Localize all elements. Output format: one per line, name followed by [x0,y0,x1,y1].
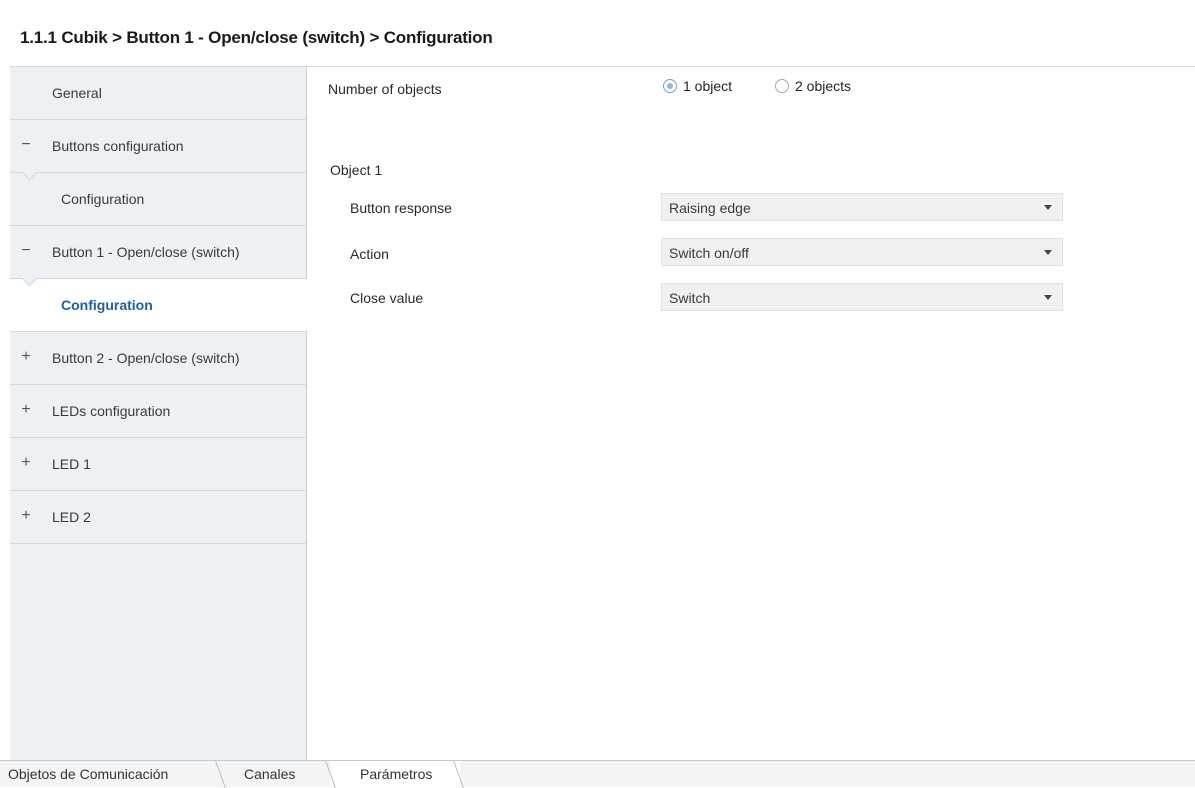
sidebar-item-buttons-configuration-sub[interactable]: Configuration [10,173,307,226]
sidebar-item-general[interactable]: General [10,67,307,120]
radio-selected-icon [663,79,677,93]
expand-icon[interactable]: + [20,401,32,419]
tab-canales[interactable]: Canales [244,761,324,788]
select-value: Raising edge [669,200,751,216]
tab-label: Parámetros [360,766,433,782]
select-value: Switch [669,290,711,306]
close-value-label: Close value [350,290,424,306]
sidebar-item-button-1[interactable]: − Button 1 - Open/close (switch) [10,226,307,287]
sidebar-item-buttons-configuration[interactable]: − Buttons configuration [10,120,307,181]
sidebar-item-button-2[interactable]: + Button 2 - Open/close (switch) [10,332,307,385]
sidebar-item-label: Button 1 - Open/close (switch) [52,244,240,260]
collapse-icon[interactable]: − [20,136,32,154]
action-select[interactable]: Switch on/off [661,238,1063,266]
chevron-down-icon [1044,295,1052,300]
sidebar-item-label: LED 2 [52,509,91,525]
bottom-tab-bar: Objetos de Comunicación Canales Parámetr… [0,760,1195,788]
expand-icon[interactable]: + [20,454,32,472]
radio-unselected-icon [775,79,789,93]
radio-label: 2 objects [795,78,852,94]
collapse-icon[interactable]: − [20,242,32,260]
expand-icon[interactable]: + [20,507,32,525]
sidebar-item-label: Configuration [61,297,153,313]
chevron-down-icon [1044,250,1052,255]
sidebar-item-label: Configuration [61,191,145,207]
sidebar-item-label: LED 1 [52,456,91,472]
select-value: Switch on/off [669,245,749,261]
tab-objetos-de-comunicacion[interactable]: Objetos de Comunicación [0,761,216,788]
sidebar-item-label: Button 2 - Open/close (switch) [52,350,240,366]
close-value-select[interactable]: Switch [661,283,1063,311]
radio-2-objects[interactable]: 2 objects [775,78,851,94]
sidebar: General − Buttons configuration Configur… [10,67,308,760]
parameters-panel: Number of objects 1 object 2 objects Obj… [308,67,1195,760]
action-label: Action [350,246,389,262]
sidebar-item-label: General [52,85,102,101]
title-bar: 1.1.1 Cubik > Button 1 - Open/close (swi… [0,0,1195,66]
button-response-select[interactable]: Raising edge [661,193,1063,221]
radio-label: 1 object [683,78,733,94]
number-of-objects-label: Number of objects [328,81,442,97]
radio-1-object[interactable]: 1 object [663,78,732,94]
sidebar-item-button-1-configuration[interactable]: Configuration [10,279,308,332]
sidebar-item-led-2[interactable]: + LED 2 [10,491,307,544]
sidebar-item-label: LEDs configuration [52,403,171,419]
button-response-label: Button response [350,200,452,216]
page-title: 1.1.1 Cubik > Button 1 - Open/close (swi… [20,28,493,47]
sidebar-item-led-1[interactable]: + LED 1 [10,438,307,491]
chevron-down-icon [1044,205,1052,210]
tab-label: Objetos de Comunicación [8,766,169,782]
section-title: Object 1 [330,162,383,178]
sidebar-item-leds-configuration[interactable]: + LEDs configuration [10,385,307,438]
sidebar-item-label: Buttons configuration [52,138,184,154]
tab-label: Canales [244,766,296,782]
tab-divider [215,761,226,788]
tab-parametros[interactable]: Parámetros [330,761,460,788]
expand-icon[interactable]: + [20,348,32,366]
